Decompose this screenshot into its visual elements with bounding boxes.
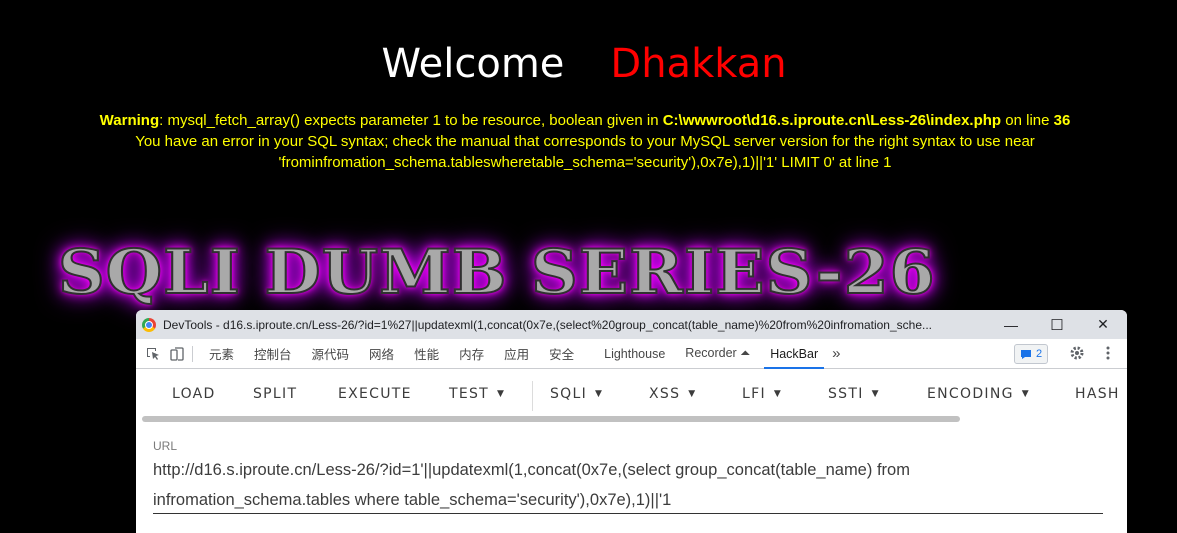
- devtools-tabbar: 元素 控制台 源代码 网络 性能 内存 应用 安全 Lighthouse Rec…: [136, 339, 1127, 369]
- window-title: DevTools - d16.s.iproute.cn/Less-26/?id=…: [163, 317, 932, 332]
- tab-console[interactable]: 控制台: [244, 344, 302, 363]
- caret-down-icon: ▼: [497, 389, 504, 399]
- warning-label: Warning: [99, 112, 160, 129]
- chrome-logo-icon: [142, 317, 156, 332]
- minimize-button[interactable]: —: [988, 310, 1034, 339]
- lfi-dropdown[interactable]: LFI ▼: [742, 386, 781, 402]
- lfi-label: LFI: [742, 386, 766, 402]
- kebab-menu-icon[interactable]: [1099, 344, 1117, 362]
- hackbar-toolbar: LOAD SPLIT EXECUTE TEST ▼ SQLI ▼ XSS ▼ LFI ▼…: [136, 369, 1127, 420]
- tab-separator: [192, 345, 193, 362]
- warning-line-number: 36: [1053, 112, 1071, 129]
- caret-down-icon: ▼: [773, 389, 781, 399]
- tab-sources[interactable]: 源代码: [302, 344, 360, 363]
- xss-label: XSS: [649, 386, 681, 402]
- url-value-line-2: infromation_schema.tables where table_sc…: [153, 491, 672, 509]
- settings-gear-icon[interactable]: [1068, 344, 1086, 362]
- tab-performance[interactable]: 性能: [404, 344, 449, 363]
- tab-application[interactable]: 应用: [494, 344, 539, 363]
- warning-path: C:\wwwroot\d16.s.iproute.cn\Less-26\inde…: [662, 112, 1002, 129]
- series-banner-logo: SQLI DUMB SERIES-26: [57, 236, 936, 309]
- warning-online: on line: [1001, 112, 1054, 129]
- tab-hackbar[interactable]: HackBar: [760, 347, 828, 369]
- issues-icon: [1021, 349, 1031, 359]
- url-input-underline: [153, 513, 1103, 514]
- test-label: TEST: [449, 386, 490, 402]
- toolbar-divider: [532, 381, 533, 411]
- caret-down-icon: ▼: [688, 389, 696, 399]
- tab-recorder[interactable]: Recorder ⏶: [675, 346, 760, 361]
- ssti-dropdown[interactable]: SSTI ▼: [828, 386, 879, 402]
- caret-down-icon: ▼: [871, 389, 879, 399]
- sqli-dropdown[interactable]: SQLI ▼: [550, 386, 602, 402]
- tab-elements[interactable]: 元素: [199, 344, 244, 363]
- encoding-dropdown[interactable]: ENCODING ▼: [927, 386, 1029, 402]
- sql-error-line-1: You have an error in your SQL syntax; ch…: [135, 133, 1035, 150]
- inspect-element-icon[interactable]: [144, 345, 162, 363]
- url-input[interactable]: http://d16.s.iproute.cn/Less-26/?id=1'||…: [153, 455, 1103, 515]
- device-toolbar-icon[interactable]: [168, 345, 186, 363]
- xss-dropdown[interactable]: XSS ▼: [649, 386, 695, 402]
- execute-button[interactable]: EXECUTE: [338, 386, 412, 402]
- caret-down-icon: ▼: [1021, 389, 1029, 399]
- maximize-button[interactable]: ☐: [1034, 310, 1080, 339]
- tab-memory[interactable]: 内存: [449, 344, 494, 363]
- devtools-titlebar: DevTools - d16.s.iproute.cn/Less-26/?id=…: [136, 310, 1127, 339]
- php-warning: Warning: mysql_fetch_array() expects par…: [0, 110, 1170, 131]
- tab-lighthouse[interactable]: Lighthouse: [594, 347, 675, 361]
- devtools-window: DevTools - d16.s.iproute.cn/Less-26/?id=…: [136, 310, 1127, 533]
- tab-security[interactable]: 安全: [539, 344, 584, 363]
- issues-badge[interactable]: 2: [1014, 344, 1049, 364]
- url-field-container: URL http://d16.s.iproute.cn/Less-26/?id=…: [136, 433, 1127, 533]
- url-value-line-1: http://d16.s.iproute.cn/Less-26/?id=1'||…: [153, 461, 910, 479]
- tab-network[interactable]: 网络: [359, 344, 404, 363]
- welcome-name: Dhakkan: [610, 41, 787, 87]
- sql-error-line-2: 'frominfromation_schema.tableswheretable…: [278, 154, 892, 171]
- hash-dropdown[interactable]: HASH: [1075, 386, 1120, 402]
- ssti-label: SSTI: [828, 386, 864, 402]
- sqli-label: SQLI: [550, 386, 588, 402]
- error-messages: Warning: mysql_fetch_array() expects par…: [0, 110, 1170, 173]
- test-dropdown[interactable]: TEST ▼: [449, 386, 504, 402]
- warning-text: : mysql_fetch_array() expects parameter …: [159, 112, 663, 129]
- horizontal-scrollbar[interactable]: [142, 416, 960, 422]
- welcome-word: Welcome: [381, 41, 565, 87]
- caret-down-icon: ▼: [595, 389, 602, 399]
- close-button[interactable]: ✕: [1080, 310, 1126, 339]
- more-tabs-icon[interactable]: »: [828, 345, 850, 362]
- url-label: URL: [153, 439, 178, 453]
- issues-count: 2: [1036, 348, 1043, 360]
- encoding-label: ENCODING: [927, 386, 1014, 402]
- welcome-heading: Welcome Dhakkan: [0, 38, 1168, 90]
- load-button[interactable]: LOAD: [172, 386, 216, 402]
- split-button[interactable]: SPLIT: [253, 386, 297, 402]
